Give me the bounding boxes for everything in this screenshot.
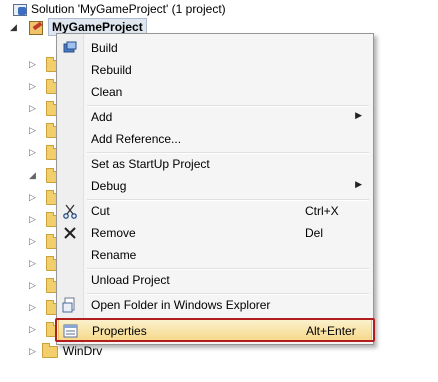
menu-item-clean[interactable]: Clean [58,81,372,103]
expand-arrow-icon[interactable]: ▷ [29,346,36,357]
expand-arrow-icon[interactable]: ▷ [29,125,36,136]
menu-item-label: Open Folder in Windows Explorer [91,298,271,312]
expand-arrow-icon[interactable]: ▷ [29,147,36,158]
context-menu: Build Rebuild Clean Add ▶ Add Reference.… [56,33,374,345]
expand-arrow-icon[interactable]: ▷ [29,258,36,269]
menu-item-label: Properties [92,324,147,338]
menu-item-label: Remove [91,226,136,240]
menu-item-cut[interactable]: Cut Ctrl+X [58,200,372,222]
build-icon [62,40,78,56]
menu-item-label: Rebuild [91,63,132,77]
menu-item-shortcut: Alt+Enter [306,324,356,338]
menu-item-debug[interactable]: Debug ▶ [58,175,372,197]
expand-arrow-icon[interactable]: ▷ [29,81,36,92]
expand-arrow-icon[interactable]: ▷ [29,103,36,114]
menu-item-rebuild[interactable]: Rebuild [58,59,372,81]
menu-item-properties[interactable]: Properties Alt+Enter [58,319,372,341]
solution-label: Solution 'MyGameProject' (1 project) [31,2,226,16]
expand-arrow-icon[interactable]: ▷ [29,236,36,247]
solution-icon [12,2,28,16]
folder-open-icon [62,297,78,313]
menu-item-open-folder[interactable]: Open Folder in Windows Explorer [58,294,372,316]
properties-icon [63,323,79,339]
expand-arrow-icon[interactable]: ▷ [29,302,36,313]
tree-item-label: WinDrv [62,344,103,358]
menu-item-shortcut: Del [305,226,324,240]
submenu-arrow-icon: ▶ [355,110,362,120]
folder-icon [41,343,58,358]
expand-arrow-icon[interactable]: ▷ [29,192,36,203]
menu-item-label: Rename [91,248,137,262]
menu-item-set-startup[interactable]: Set as StartUp Project [58,153,372,175]
expand-arrow-icon[interactable]: ▷ [29,324,36,335]
menu-item-label: Build [91,41,118,55]
menu-item-add[interactable]: Add ▶ [58,106,372,128]
menu-item-label: Unload Project [91,273,170,287]
collapse-arrow-icon[interactable]: ◢ [29,170,36,181]
menu-item-label: Set as StartUp Project [91,157,210,171]
menu-item-shortcut: Ctrl+X [305,204,339,218]
menu-item-build[interactable]: Build [58,37,372,59]
expand-arrow-icon[interactable]: ▷ [29,59,36,70]
expand-arrow-icon[interactable]: ▷ [29,280,36,291]
menu-item-rename[interactable]: Rename [58,244,372,266]
menu-item-label: Clean [91,85,123,99]
menu-item-add-reference[interactable]: Add Reference... [58,128,372,150]
menu-item-unload-project[interactable]: Unload Project [58,269,372,291]
menu-item-label: Add Reference... [91,132,182,146]
submenu-arrow-icon: ▶ [355,179,362,189]
menu-item-label: Debug [91,179,127,193]
project-icon [28,20,44,35]
menu-item-label: Cut [91,204,110,218]
scissors-icon [62,203,78,219]
collapse-arrow-icon[interactable]: ◢ [10,22,17,33]
expand-arrow-icon[interactable]: ▷ [29,214,36,225]
solution-node[interactable]: Solution 'MyGameProject' (1 project) [12,0,226,18]
close-icon [62,225,78,241]
menu-item-remove[interactable]: Remove Del [58,222,372,244]
menu-item-label: Add [91,110,113,124]
